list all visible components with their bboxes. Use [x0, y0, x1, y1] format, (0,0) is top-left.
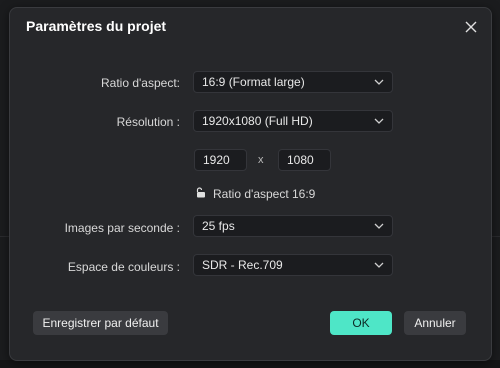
- resolution-label: Résolution :: [116, 115, 180, 129]
- resolution-value: 1920x1080 (Full HD): [202, 114, 313, 128]
- cancel-button[interactable]: Annuler: [404, 311, 466, 335]
- close-icon: [465, 21, 477, 33]
- aspect-ratio-select[interactable]: 16:9 (Format large): [193, 71, 393, 93]
- lock-open-icon[interactable]: [196, 187, 206, 201]
- dialog-title: Paramètres du projet: [26, 18, 167, 34]
- color-space-value: SDR - Rec.709: [202, 258, 283, 272]
- resolution-select[interactable]: 1920x1080 (Full HD): [193, 110, 393, 132]
- chevron-down-icon: [374, 116, 384, 126]
- aspect-lock-row: Ratio d'aspect 16:9: [196, 187, 315, 201]
- fps-select[interactable]: 25 fps: [193, 215, 393, 237]
- chevron-down-icon: [374, 221, 384, 231]
- aspect-lock-label: Ratio d'aspect 16:9: [213, 187, 316, 201]
- color-space-label: Espace de couleurs :: [67, 260, 180, 274]
- color-space-select[interactable]: SDR - Rec.709: [193, 254, 393, 276]
- height-input[interactable]: 1080: [278, 149, 331, 171]
- chevron-down-icon: [374, 260, 384, 270]
- width-input[interactable]: 1920: [194, 149, 247, 171]
- close-button[interactable]: [461, 17, 481, 37]
- save-as-default-button[interactable]: Enregistrer par défaut: [33, 311, 168, 335]
- aspect-ratio-value: 16:9 (Format large): [202, 75, 305, 89]
- times-symbol: x: [258, 154, 264, 166]
- fps-label: Images par seconde :: [64, 221, 180, 235]
- fps-value: 25 fps: [202, 219, 235, 233]
- ok-button[interactable]: OK: [330, 311, 392, 335]
- project-settings-dialog: Paramètres du projet Ratio d'aspect: 16:…: [9, 7, 492, 361]
- aspect-ratio-label: Ratio d'aspect:: [100, 76, 180, 90]
- background-timeline-ruler: [0, 360, 500, 368]
- chevron-down-icon: [374, 77, 384, 87]
